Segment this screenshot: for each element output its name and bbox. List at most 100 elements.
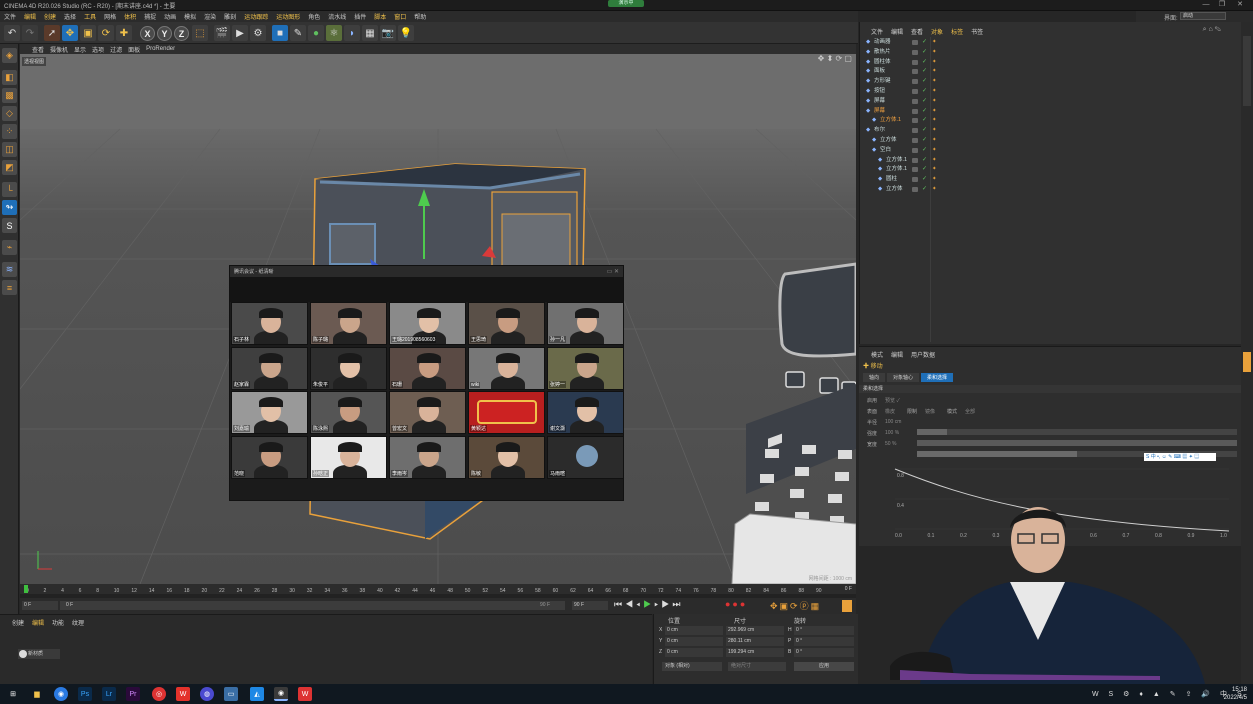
- enabled-check-icon[interactable]: ✓: [922, 185, 927, 194]
- tag-icon[interactable]: ✦: [932, 87, 937, 96]
- attr-field-value[interactable]: 预览 ✓: [885, 397, 900, 404]
- tag-icon[interactable]: ✦: [932, 146, 937, 155]
- max-frame-field[interactable]: 90 F: [572, 601, 608, 610]
- visibility-dots[interactable]: [912, 98, 918, 104]
- participant-tile[interactable]: 朱俊平: [310, 346, 387, 390]
- om-menu-file[interactable]: 文件: [871, 27, 883, 36]
- menu-file[interactable]: 文件: [4, 12, 16, 21]
- subdivision-button[interactable]: ●: [308, 25, 324, 41]
- keyframe-record-buttons[interactable]: ●●●: [725, 599, 747, 609]
- participant-tile[interactable]: 王璐201908560603: [389, 302, 466, 345]
- material-menu-create[interactable]: 创建: [12, 618, 24, 627]
- monitor-app-icon[interactable]: ▭: [224, 687, 238, 701]
- object-row[interactable]: ◆ 圆柱体 ✓ ✦: [862, 58, 1238, 67]
- attr-menu-mode[interactable]: 模式: [871, 350, 883, 359]
- participant-tile[interactable]: 黄颖达: [468, 391, 545, 434]
- enabled-check-icon[interactable]: ✓: [922, 77, 927, 86]
- viewport-nav-icons[interactable]: ✥ ⬍ ⟳ ▢: [818, 54, 852, 63]
- tag-icon[interactable]: ✦: [932, 77, 937, 86]
- enabled-check-icon[interactable]: ✓: [922, 126, 927, 135]
- vp-menu-panel[interactable]: 面板: [128, 45, 140, 54]
- enabled-check-icon[interactable]: ✓: [922, 165, 927, 174]
- vp-menu-camera[interactable]: 摄像机: [50, 45, 68, 54]
- material-menu-function[interactable]: 功能: [52, 618, 64, 627]
- enabled-check-icon[interactable]: ✓: [922, 107, 927, 116]
- attr-tab-object-axis[interactable]: 对象轴心: [887, 373, 920, 382]
- menu-pipeline[interactable]: 流水线: [328, 12, 346, 21]
- attr-field-value[interactable]: 100 %: [885, 430, 899, 436]
- z-axis-lock[interactable]: Z: [174, 26, 189, 41]
- visibility-dots[interactable]: [912, 138, 918, 143]
- attr-field-value[interactable]: 100 cm: [885, 419, 901, 425]
- camera-button[interactable]: 📷: [380, 25, 396, 41]
- coord-mode-select[interactable]: 对象 (相对): [662, 662, 722, 671]
- tag-icon[interactable]: ✦: [932, 67, 937, 76]
- meeting-window[interactable]: 腾讯会议 - 纸清晰 ▭ ✕ 石子林 陈子璐 王璐201908560603 王思琦 孙一…: [229, 265, 624, 501]
- enabled-check-icon[interactable]: ✓: [922, 116, 927, 125]
- tag-icon[interactable]: ✦: [932, 38, 937, 47]
- vp-menu-prorender[interactable]: ProRender: [146, 46, 175, 52]
- tag-icon[interactable]: ✦: [932, 107, 937, 116]
- position-field[interactable]: 0 cm: [665, 648, 723, 657]
- participant-tile[interactable]: 范晓: [231, 435, 308, 479]
- object-row[interactable]: ◆ 方形键 ✓ ✦: [862, 77, 1238, 86]
- taskbar-clock[interactable]: 15:18 2022/4/5: [1224, 686, 1247, 702]
- enabled-check-icon[interactable]: ✓: [922, 156, 927, 165]
- om-menu-tags[interactable]: 标签: [951, 27, 963, 36]
- edges-mode-button[interactable]: ◫: [2, 142, 17, 157]
- om-menu-edit[interactable]: 编辑: [891, 27, 903, 36]
- tag-icon[interactable]: ✦: [932, 185, 937, 194]
- rotate-tool-button[interactable]: ⟳: [98, 25, 114, 41]
- layer-button[interactable]: ≋: [2, 262, 17, 277]
- menu-plugins[interactable]: 插件: [354, 12, 366, 21]
- timeline-ruler[interactable]: 0246810121416182022242628303234363840424…: [20, 584, 856, 594]
- object-row[interactable]: ◆ 圆柱 ✓ ✦: [862, 175, 1238, 184]
- move-tool-button[interactable]: ✥: [62, 25, 78, 41]
- tag-icon[interactable]: ✦: [932, 48, 937, 57]
- object-row[interactable]: ◆ 动画器 ✓ ✦: [862, 38, 1238, 47]
- om-menu-bookmarks[interactable]: 书签: [971, 27, 983, 36]
- position-field[interactable]: 0 cm: [665, 637, 723, 646]
- enabled-check-icon[interactable]: ✓: [922, 48, 927, 57]
- material-menu-edit[interactable]: 编辑: [32, 618, 44, 627]
- visibility-dots[interactable]: [912, 49, 918, 55]
- visibility-dots[interactable]: [912, 118, 918, 124]
- participant-tile[interactable]: 谢文灏: [547, 391, 624, 434]
- menu-window[interactable]: 窗口: [394, 12, 406, 21]
- menu-snap[interactable]: 捕捉: [144, 12, 156, 21]
- redo-button[interactable]: ↷: [22, 25, 38, 41]
- menu-mesh[interactable]: 网格: [104, 12, 116, 21]
- material-menu-texture[interactable]: 纹理: [72, 618, 84, 627]
- visibility-dots[interactable]: [912, 69, 918, 75]
- visibility-dots[interactable]: [912, 187, 918, 192]
- attr-tab-soft-selection[interactable]: 柔和选择: [921, 373, 954, 382]
- object-row[interactable]: ◆ 屏幕 ✓ ✦: [862, 97, 1238, 106]
- object-row[interactable]: ◆ 散热片 ✓ ✦: [862, 48, 1238, 57]
- tencent-meeting-icon[interactable]: ◭: [250, 687, 264, 701]
- attr-field-value[interactable]: 橡皮: [885, 408, 895, 415]
- tag-icon[interactable]: ✦: [932, 156, 937, 165]
- menu-character[interactable]: 角色: [308, 12, 320, 21]
- polygons-mode-button[interactable]: ◩: [2, 160, 17, 175]
- vp-menu-filter[interactable]: 过滤: [110, 45, 122, 54]
- points-mode-button[interactable]: ⁘: [2, 124, 17, 139]
- visibility-dots[interactable]: [912, 40, 918, 45]
- premiere-icon[interactable]: Pr: [126, 687, 140, 701]
- visibility-dots[interactable]: [912, 128, 918, 134]
- minimize-button[interactable]: —: [1200, 0, 1212, 10]
- visibility-dots[interactable]: [912, 147, 918, 153]
- keyframe-mode-buttons[interactable]: ✥▣⟳ⓟ▦: [770, 599, 821, 612]
- make-editable-button[interactable]: ◈: [2, 48, 17, 63]
- scale-tool-button[interactable]: ▣: [80, 25, 96, 41]
- menu-edit[interactable]: 编辑: [24, 12, 36, 21]
- enabled-check-icon[interactable]: ✓: [922, 87, 927, 96]
- solo-button[interactable]: ⌁: [2, 240, 17, 255]
- attr-field-value[interactable]: 50 %: [885, 441, 896, 447]
- frame-range-slider[interactable]: 0 F: [60, 601, 565, 610]
- close-button[interactable]: ✕: [1234, 0, 1246, 10]
- enabled-check-icon[interactable]: ✓: [922, 58, 927, 67]
- cinema4d-icon[interactable]: ◉: [274, 687, 288, 701]
- light-button[interactable]: 💡: [398, 25, 414, 41]
- right-tab-strip[interactable]: [1241, 22, 1253, 684]
- participant-tile[interactable]: 石珊: [389, 346, 466, 390]
